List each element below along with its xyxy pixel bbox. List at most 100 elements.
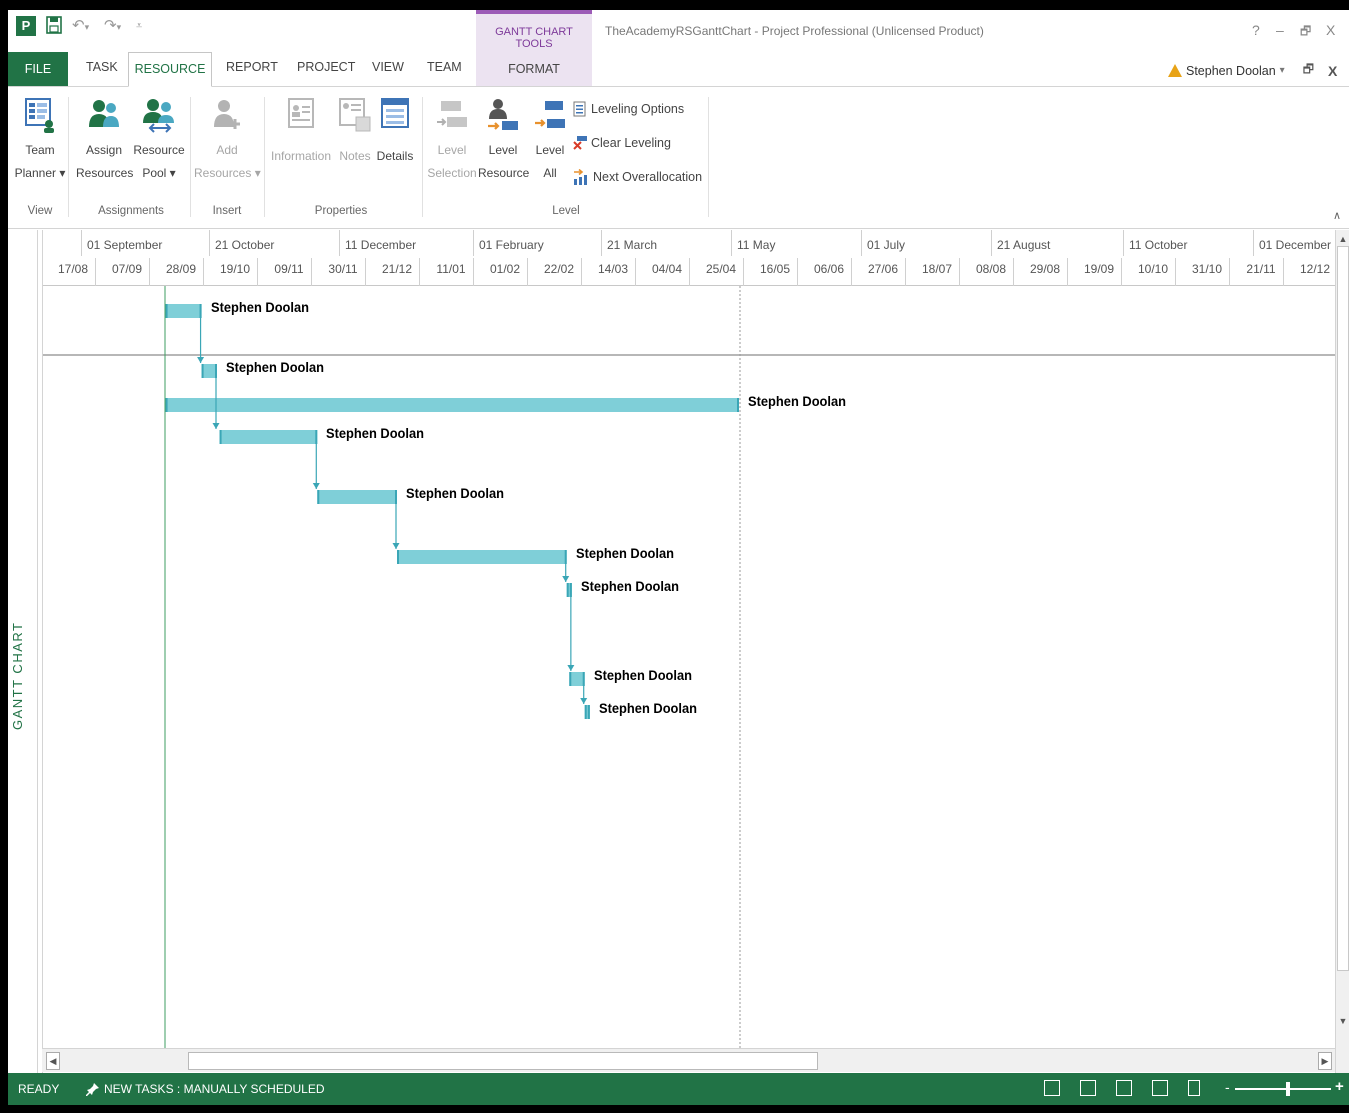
task-bar[interactable] [317,490,397,504]
level-all-label-1: Level [535,143,565,157]
gantt-bars[interactable] [43,230,1335,1050]
scroll-down-icon[interactable]: ▼ [1337,1014,1349,1028]
help-button[interactable]: ? [1252,22,1260,38]
group-view-label: View [27,205,53,217]
doc-restore-button[interactable]: 🗗 [1303,60,1314,81]
user-name[interactable]: Stephen Doolan [1186,64,1276,78]
view-bar-label: GANTT CHART [10,621,25,730]
task-bar-end-mark[interactable] [395,490,397,504]
task-bar-end-mark[interactable] [569,583,572,597]
next-overallocation-icon [574,169,587,185]
team-planner-button[interactable]: Team Planner ▾ [14,97,66,185]
task-bar-end-mark[interactable] [582,672,585,686]
task-bar-start-mark[interactable] [219,430,222,444]
scroll-right-icon[interactable]: ▶ [1318,1052,1332,1070]
vertical-scrollbar[interactable]: ▲ ▼ [1335,230,1349,1073]
tab-file[interactable]: FILE [8,52,68,86]
next-overallocation-button[interactable]: Next Overallocation [573,169,702,185]
project-app-icon[interactable]: P [16,16,36,36]
task-bar-start-mark[interactable] [584,705,587,719]
task-bar-end-mark[interactable] [587,705,590,719]
new-tasks-mode[interactable]: NEW TASKS : MANUALLY SCHEDULED [86,1082,325,1096]
customize-qat-icon[interactable]: ⩡ [136,16,142,36]
assign-resources-button[interactable]: Assign Resources [76,97,133,185]
scroll-up-icon[interactable]: ▲ [1337,232,1349,246]
horizontal-scroll-thumb[interactable] [188,1052,818,1070]
vertical-scroll-thumb[interactable] [1337,246,1349,971]
level-selection-button[interactable]: Level Selection [426,97,478,185]
notes-button[interactable]: Notes [338,97,372,168]
scroll-left-icon[interactable]: ◀ [46,1052,60,1070]
user-account[interactable]: Stephen Doolan ▾ 🗗 X [1168,60,1337,81]
clear-leveling-button[interactable]: Clear Leveling [573,135,671,151]
resource-pool-label-2: Pool ▾ [142,166,176,180]
leveling-options-icon [573,101,586,117]
gantt-chart-area[interactable]: 01 September 21 October 11 December 01 Febr… [42,230,1335,1073]
task-bar[interactable] [397,550,567,564]
doc-close-button[interactable]: X [1328,63,1337,79]
zoom-track[interactable] [1235,1088,1331,1090]
dependency-arrow [197,357,205,363]
task-bar[interactable] [201,364,217,378]
zoom-slider[interactable]: - + [1225,1078,1344,1096]
task-bar-resource-label: Stephen Doolan [326,425,425,441]
tab-resource[interactable]: RESOURCE [128,52,212,87]
add-resources-button[interactable]: Add Resources ▾ [194,97,261,185]
task-bar-start-mark[interactable] [201,364,204,378]
task-bar-end-mark[interactable] [315,430,318,444]
gantt-chart-tools-context: GANTT CHART TOOLS [476,10,592,52]
group-properties-label: Properties [314,205,368,217]
minimize-button[interactable]: – [1276,22,1284,38]
undo-icon[interactable]: ↶▾ [72,16,89,37]
team-planner-label-2: Planner ▾ [14,166,66,180]
user-dropdown-icon[interactable]: ▾ [1280,65,1285,76]
tab-project[interactable]: PROJECT [297,60,355,74]
details-button[interactable]: Details [374,97,416,168]
team-planner-view-icon[interactable] [1116,1080,1132,1096]
task-bar-start-mark[interactable] [165,398,168,412]
task-bar-end-mark[interactable] [215,364,217,378]
clear-leveling-label: Clear Leveling [591,136,671,150]
task-usage-view-icon[interactable] [1080,1080,1096,1096]
task-bar-end-mark[interactable] [564,550,567,564]
close-button[interactable]: X [1326,22,1335,38]
task-bar-start-mark[interactable] [397,550,399,564]
tab-team[interactable]: TEAM [427,60,462,74]
level-resource-button[interactable]: Level Resource [478,97,529,185]
horizontal-scrollbar[interactable]: ◀ ▶ [42,1048,1335,1072]
redo-icon[interactable]: ↷▾ [104,16,121,37]
level-all-button[interactable]: Level All [530,97,570,185]
task-bar-start-mark[interactable] [569,672,572,686]
resource-sheet-view-icon[interactable] [1152,1080,1168,1096]
resource-pool-button[interactable]: Resource Pool ▾ [132,97,186,185]
view-bar[interactable]: GANTT CHART [8,230,38,1073]
information-button[interactable]: Information [266,97,336,168]
tab-report[interactable]: REPORT [226,60,278,74]
restore-button[interactable]: 🗗 [1300,22,1311,43]
group-insert-label: Insert [212,205,242,217]
zoom-in-button[interactable]: + [1335,1078,1344,1095]
leveling-options-button[interactable]: Leveling Options [573,101,684,117]
task-bar-end-mark[interactable] [737,398,739,412]
tab-view[interactable]: VIEW [372,60,404,74]
task-bar[interactable] [569,672,585,686]
task-bar-start-mark[interactable] [566,583,569,597]
group-separator [264,97,265,217]
tab-format[interactable]: FORMAT [476,52,592,86]
task-bar-start-mark[interactable] [165,304,168,318]
task-bar-end-mark[interactable] [199,304,202,318]
notes-icon [339,98,371,132]
gantt-view-icon[interactable] [1044,1080,1060,1096]
task-bar-start-mark[interactable] [317,490,320,504]
status-ready: READY [18,1082,60,1096]
zoom-out-button[interactable]: - [1225,1079,1230,1095]
save-icon[interactable] [46,16,62,40]
task-bar[interactable] [219,430,318,444]
report-view-icon[interactable] [1188,1080,1200,1096]
zoom-knob[interactable] [1285,1082,1290,1096]
tab-task[interactable]: TASK [86,60,118,74]
team-planner-icon [25,98,54,133]
task-bar[interactable] [165,304,202,318]
task-bar[interactable] [165,398,740,412]
collapse-ribbon-button[interactable]: ∧ [1333,209,1341,222]
